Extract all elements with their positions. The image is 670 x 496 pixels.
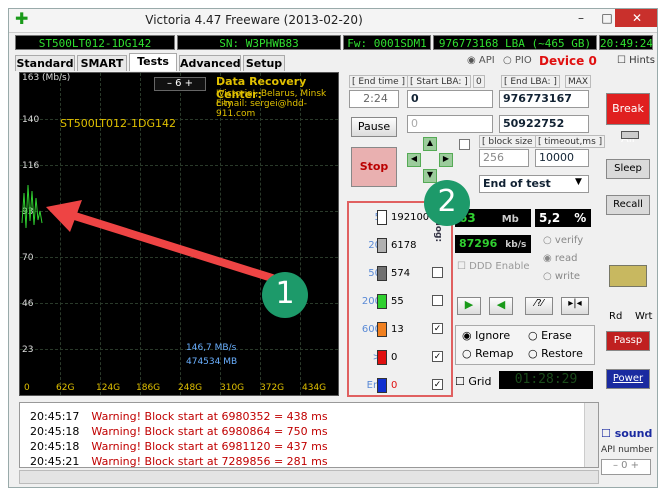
annotation-badge-2: 2 <box>424 180 470 226</box>
annotation-arrow <box>46 200 276 282</box>
annotation-badge-1: 1 <box>262 272 308 318</box>
